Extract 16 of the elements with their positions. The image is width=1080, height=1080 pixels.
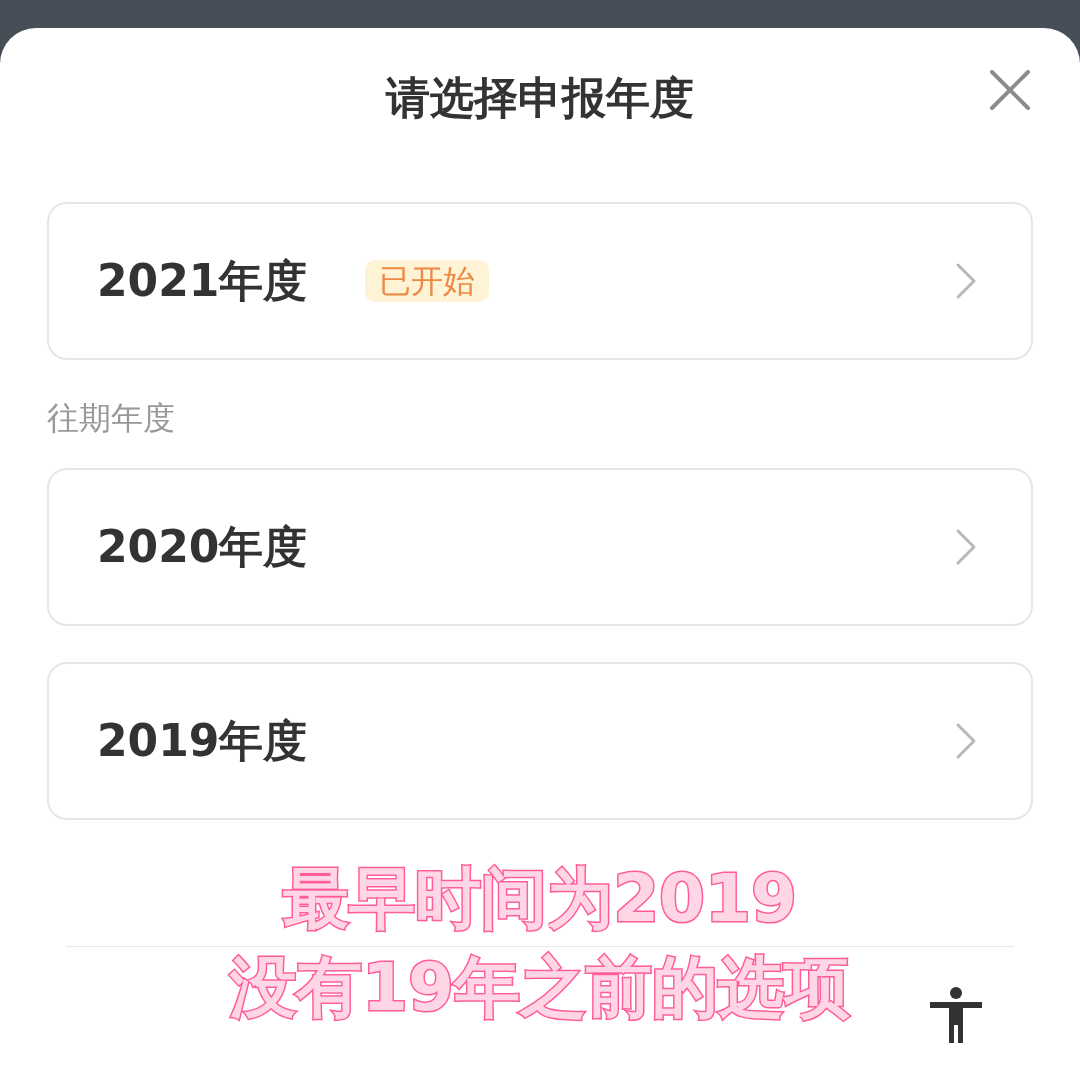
year-label: 2020年度 [97,525,308,569]
chevron-right-icon [955,262,977,300]
year-card[interactable]: 2021年度 已开始 [47,202,1033,360]
year-label: 2021年度 [97,259,308,303]
caption-text: 最早时间为2019 [283,859,797,939]
close-button[interactable] [990,70,1030,110]
caption-text: 没有19年之前的选项 [230,947,850,1028]
year-label: 2019年度 [97,719,308,763]
section-label: 往期年度 [47,399,175,437]
sheet-title: 请选择申报年度 [386,76,694,120]
chevron-right-icon [955,528,977,566]
year-card[interactable]: 2020年度 [47,468,1033,626]
accessibility-icon[interactable] [930,987,982,1043]
year-card[interactable]: 2019年度 [47,662,1033,820]
chevron-right-icon [955,722,977,760]
status-badge: 已开始 [365,260,490,302]
